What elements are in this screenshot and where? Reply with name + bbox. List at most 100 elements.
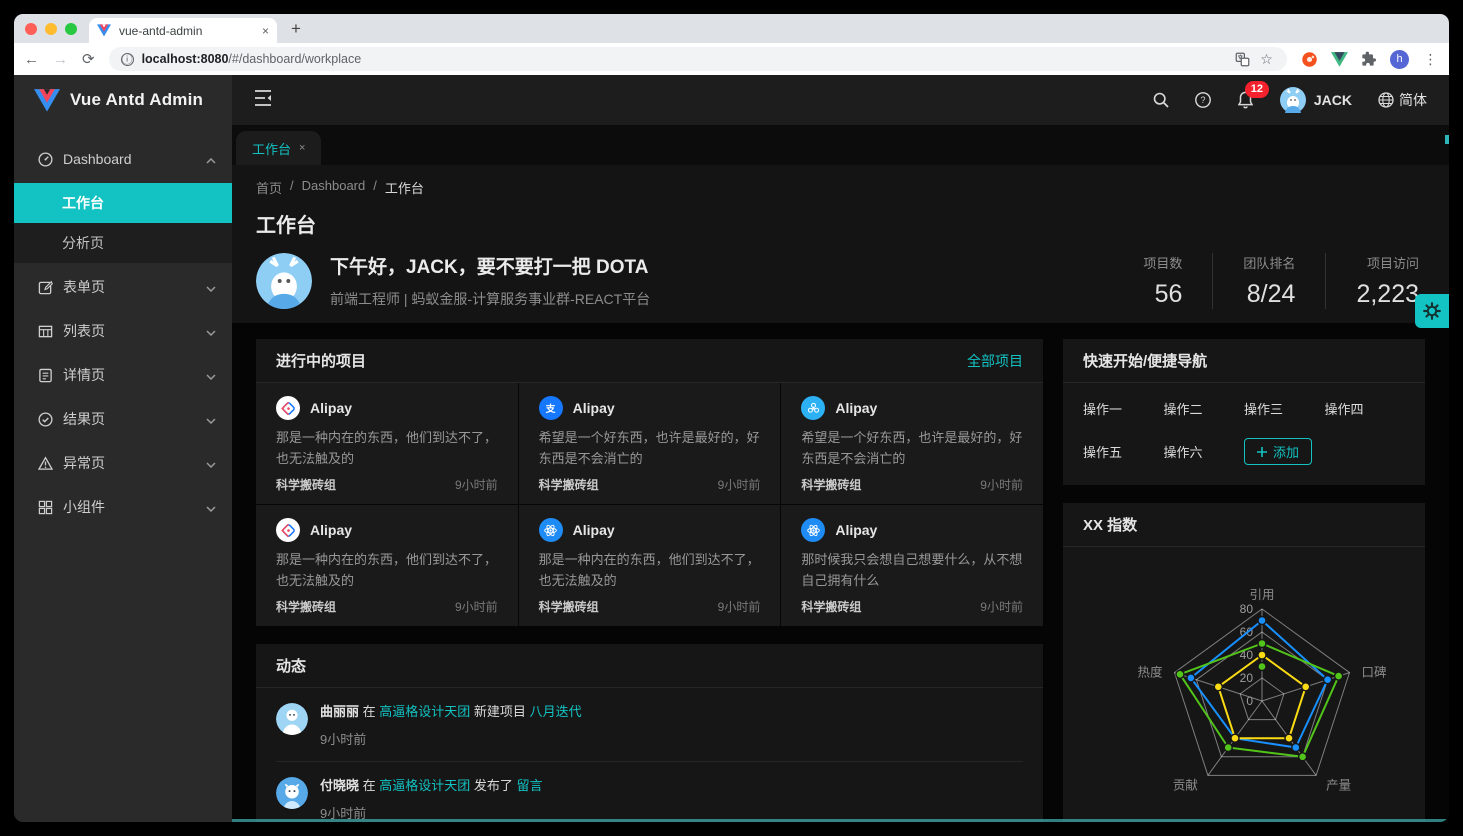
browser-toolbar: ← → ⟳ ⓘ localhost:8080/#/dashboard/workp… bbox=[14, 43, 1449, 75]
quick-link-4[interactable]: 操作四 bbox=[1325, 399, 1406, 418]
settings-gear-button[interactable] bbox=[1415, 294, 1449, 328]
breadcrumb-dashboard[interactable]: Dashboard bbox=[302, 178, 366, 197]
extension-orange-icon[interactable] bbox=[1301, 51, 1318, 68]
sidebar-group-form[interactable]: 表单页 bbox=[14, 267, 232, 307]
project-desc: 希望是一个好东西，也许是最好的，好东西是不会消亡的 bbox=[801, 427, 1023, 470]
browser-menu-icon[interactable]: ⋮ bbox=[1422, 51, 1439, 68]
radar-card-title: XX 指数 bbox=[1083, 514, 1137, 535]
user-menu[interactable]: JACK bbox=[1280, 87, 1352, 113]
stat-ranking: 团队排名 8/24 bbox=[1212, 253, 1325, 309]
breadcrumb-home[interactable]: 首页 bbox=[256, 178, 282, 197]
notifications-bell-icon[interactable]: 12 bbox=[1237, 91, 1254, 109]
activity-card: 动态 曲丽丽 在 bbox=[256, 644, 1043, 822]
dashboard-icon bbox=[38, 152, 53, 167]
page-tabbar: 工作台 × bbox=[232, 125, 1449, 165]
project-group[interactable]: 科学搬砖组 bbox=[539, 476, 599, 493]
browser-tab[interactable]: vue-antd-admin × bbox=[89, 18, 277, 43]
svg-text:贡献: 贡献 bbox=[1173, 777, 1198, 792]
reload-icon[interactable]: ⟳ bbox=[82, 50, 95, 68]
page-tab-label: 工作台 bbox=[252, 139, 291, 158]
app-header: Vue Antd Admin ? 12 bbox=[14, 75, 1449, 125]
help-icon[interactable]: ? bbox=[1195, 92, 1211, 108]
project-card[interactable]: Alipay 希望是一个好东西，也许是最好的，好东西是不会消亡的 科学搬砖组 9… bbox=[781, 383, 1043, 504]
project-time: 9小时前 bbox=[455, 598, 498, 615]
project-card[interactable]: Alipay 那是一种内在的东西，他们到达不了，也无法触及的 科学搬砖组 9小时… bbox=[256, 383, 518, 504]
sidebar-group-dashboard[interactable]: Dashboard bbox=[14, 139, 232, 179]
sidebar-group-list[interactable]: 列表页 bbox=[14, 311, 232, 351]
zoom-window-button[interactable] bbox=[65, 23, 77, 35]
radar-card: XX 指数 020406080引用口碑产量贡献热度 a b c bbox=[1063, 503, 1425, 822]
project-group[interactable]: 科学搬砖组 bbox=[539, 598, 599, 615]
sidebar-group-result[interactable]: 结果页 bbox=[14, 399, 232, 439]
breadcrumb-current: 工作台 bbox=[385, 178, 424, 197]
bookmark-star-icon[interactable]: ☆ bbox=[1258, 51, 1275, 68]
browser-profile-avatar[interactable]: h bbox=[1390, 50, 1409, 69]
search-icon[interactable] bbox=[1153, 92, 1169, 108]
quick-nav-title: 快速开始/便捷导航 bbox=[1083, 350, 1207, 371]
activity-target-link[interactable]: 留言 bbox=[517, 778, 543, 793]
project-group[interactable]: 科学搬砖组 bbox=[801, 476, 861, 493]
site-info-icon[interactable]: ⓘ bbox=[121, 53, 134, 66]
close-tab-icon[interactable]: × bbox=[262, 24, 269, 38]
page-tab-workplace[interactable]: 工作台 × bbox=[236, 131, 321, 165]
page-title: 工作台 bbox=[256, 209, 1425, 238]
activity-user[interactable]: 付晓晓 bbox=[320, 778, 359, 793]
forward-icon[interactable]: → bbox=[53, 51, 68, 68]
project-desc: 那是一种内在的东西，他们到达不了，也无法触及的 bbox=[276, 427, 498, 470]
all-projects-link[interactable]: 全部项目 bbox=[967, 351, 1023, 371]
app-logo[interactable]: Vue Antd Admin bbox=[14, 75, 232, 125]
window-controls[interactable] bbox=[14, 14, 89, 43]
activity-group-link[interactable]: 高逼格设计天团 bbox=[379, 704, 470, 719]
project-name: Alipay bbox=[573, 400, 615, 416]
table-icon bbox=[38, 324, 53, 339]
extensions-puzzle-icon[interactable] bbox=[1361, 51, 1377, 67]
close-page-tab-icon[interactable]: × bbox=[299, 142, 305, 154]
project-card[interactable]: Alipay 那时候我只会想自己想要什么，从不想自己拥有什么 科学搬砖组 9小时… bbox=[781, 505, 1043, 626]
translate-icon[interactable] bbox=[1235, 52, 1250, 67]
menu-fold-icon[interactable] bbox=[254, 90, 272, 111]
project-time: 9小时前 bbox=[980, 598, 1023, 615]
vertical-scrollbar-thumb[interactable] bbox=[1445, 135, 1449, 144]
form-icon bbox=[38, 280, 53, 295]
greeting-text: 下午好，JACK，要不要打一把 DOTA bbox=[330, 252, 1113, 279]
activity-target-link[interactable]: 八月迭代 bbox=[530, 704, 582, 719]
chevron-down-icon bbox=[206, 455, 216, 471]
sidebar-group-widget[interactable]: 小组件 bbox=[14, 487, 232, 527]
minimize-window-button[interactable] bbox=[45, 23, 57, 35]
project-name: Alipay bbox=[835, 522, 877, 538]
language-switcher[interactable]: 简体 bbox=[1378, 90, 1427, 110]
url-bar[interactable]: ⓘ localhost:8080/#/dashboard/workplace ☆ bbox=[109, 47, 1287, 71]
new-tab-button[interactable]: + bbox=[291, 19, 301, 39]
sidebar-group-label: 列表页 bbox=[63, 321, 196, 341]
sidebar-group-label: 结果页 bbox=[63, 409, 196, 429]
project-group[interactable]: 科学搬砖组 bbox=[276, 598, 336, 615]
close-window-button[interactable] bbox=[25, 23, 37, 35]
back-icon[interactable]: ← bbox=[24, 51, 39, 68]
quick-link-5[interactable]: 操作五 bbox=[1083, 442, 1164, 461]
project-card[interactable]: Alipay 那是一种内在的东西，他们到达不了，也无法触及的 科学搬砖组 9小时… bbox=[256, 505, 518, 626]
sidebar-item-analysis[interactable]: 分析页 bbox=[14, 223, 232, 263]
vue-devtools-icon[interactable] bbox=[1331, 52, 1348, 67]
project-group[interactable]: 科学搬砖组 bbox=[276, 476, 336, 493]
sidebar-item-workplace[interactable]: 工作台 bbox=[14, 183, 232, 223]
chevron-down-icon bbox=[206, 411, 216, 427]
project-desc: 那是一种内在的东西，他们到达不了，也无法触及的 bbox=[276, 549, 498, 592]
project-name: Alipay bbox=[835, 400, 877, 416]
sidebar-group-label: 异常页 bbox=[63, 453, 196, 473]
quick-link-6[interactable]: 操作六 bbox=[1164, 442, 1245, 461]
activity-user[interactable]: 曲丽丽 bbox=[320, 704, 359, 719]
project-name: Alipay bbox=[310, 400, 352, 416]
activity-group-link[interactable]: 高逼格设计天团 bbox=[379, 778, 470, 793]
add-button[interactable]: 添加 bbox=[1244, 438, 1312, 465]
quick-link-2[interactable]: 操作二 bbox=[1164, 399, 1245, 418]
sidebar-group-exception[interactable]: 异常页 bbox=[14, 443, 232, 483]
projects-card-title: 进行中的项目 bbox=[276, 350, 366, 371]
quick-link-3[interactable]: 操作三 bbox=[1244, 399, 1325, 418]
project-card[interactable]: 支 Alipay 希望是一个好东西，也许是最好的，好东西是不会消亡的 科学搬砖组… bbox=[519, 383, 781, 504]
quick-link-1[interactable]: 操作一 bbox=[1083, 399, 1164, 418]
project-group[interactable]: 科学搬砖组 bbox=[801, 598, 861, 615]
horizontal-scrollbar[interactable] bbox=[232, 819, 1449, 822]
sidebar-group-detail[interactable]: 详情页 bbox=[14, 355, 232, 395]
project-card[interactable]: Alipay 那是一种内在的东西，他们到达不了，也无法触及的 科学搬砖组 9小时… bbox=[519, 505, 781, 626]
activity-time: 9小时前 bbox=[320, 729, 582, 748]
